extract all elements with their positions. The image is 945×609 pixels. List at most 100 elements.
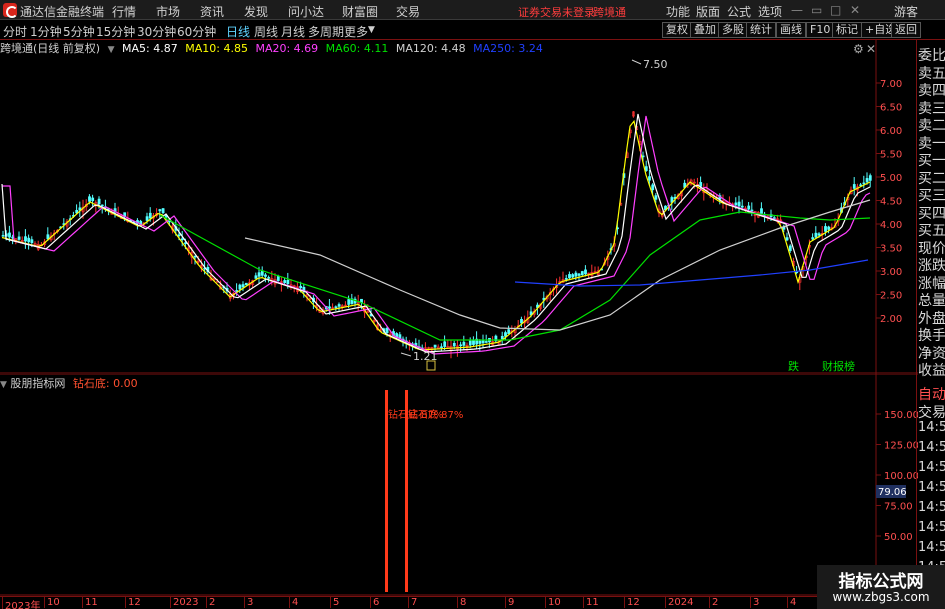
- chevron-down-icon[interactable]: ▼: [368, 25, 375, 35]
- die-marker[interactable]: 跌: [788, 359, 799, 373]
- auto-trade-toggle[interactable]: 自动: [918, 384, 945, 404]
- candle-body: [100, 204, 104, 207]
- candle-body: [254, 275, 258, 279]
- tab-weekly[interactable]: 周线: [254, 23, 278, 40]
- back-button[interactable]: 返回: [891, 22, 921, 38]
- price-chart[interactable]: 7.00 6.50 6.00 5.50 5.00 4.50 4.00 3.50 3.00 2.50…: [0, 40, 918, 374]
- tab-30min[interactable]: 30分钟: [137, 23, 176, 40]
- price-tick-label: 7.00: [880, 79, 902, 90]
- stats-button[interactable]: 统计: [746, 22, 776, 38]
- price-tick-label: 3.00: [880, 267, 902, 278]
- candle-body: [520, 318, 523, 324]
- menu-item-formula[interactable]: 公式: [727, 3, 751, 20]
- menu-item-discover[interactable]: 发现: [244, 3, 268, 20]
- indicator-chart[interactable]: 150.00125.00100.0075.0050.00 钻石底 87% 钻石底…: [0, 374, 918, 596]
- date-axis-label: 5: [330, 597, 339, 608]
- indicator-tick-label: 125.00: [884, 441, 918, 452]
- candle-body: [772, 217, 776, 219]
- candle-body: [644, 166, 648, 171]
- app-logo-icon: [3, 3, 18, 18]
- multi-stock-button[interactable]: 多股: [718, 22, 748, 38]
- app-title: 通达信金融终端: [20, 5, 105, 19]
- price-tick-label: 6.50: [880, 103, 902, 114]
- candle-body: [811, 237, 815, 240]
- menu-item-options[interactable]: 选项: [758, 3, 782, 20]
- candle-body: [814, 232, 818, 238]
- candle-body: [571, 274, 575, 278]
- date-axis-label: 12: [125, 597, 141, 608]
- mark-button[interactable]: 标记: [832, 22, 862, 38]
- date-axis-label: 2023: [170, 597, 198, 608]
- date-axis-label: 6: [370, 597, 379, 608]
- menu-item-trade[interactable]: 交易: [396, 3, 420, 20]
- candle-body: [651, 184, 655, 191]
- window-minimize-icon[interactable]: —: [791, 3, 803, 17]
- candle-body: [462, 341, 466, 346]
- earnings-marker[interactable]: 财报榜: [822, 359, 855, 373]
- tab-more[interactable]: 更多: [344, 23, 368, 40]
- guest-label[interactable]: 游客: [894, 3, 918, 20]
- indicator-tick-label: 150.00: [884, 410, 918, 421]
- menu-item-functions[interactable]: 功能: [666, 3, 690, 20]
- tab-15min[interactable]: 15分钟: [96, 23, 135, 40]
- candle-body: [817, 233, 821, 236]
- window-restore-icon[interactable]: ▭: [811, 3, 822, 17]
- candle-body: [286, 280, 290, 285]
- price-tick-label: 4.50: [880, 197, 902, 208]
- menu-item-news[interactable]: 资讯: [200, 3, 224, 20]
- adjust-button[interactable]: 复权: [662, 22, 692, 38]
- watermark-title: 指标公式网: [838, 572, 924, 592]
- candle-body: [577, 273, 581, 276]
- candle-body: [862, 182, 866, 185]
- menu-item-market[interactable]: 市场: [156, 3, 180, 20]
- candle-body: [238, 284, 242, 290]
- date-axis-label: 8: [457, 597, 466, 608]
- tab-1min[interactable]: 1分钟: [30, 23, 62, 40]
- f10-button[interactable]: F10: [806, 22, 835, 38]
- tick-time-label: 14:56: [918, 500, 945, 515]
- menu-item-wealth[interactable]: 财富圈: [342, 3, 378, 20]
- candle-body: [385, 327, 389, 334]
- candle-body: [299, 285, 303, 289]
- draw-line-button[interactable]: 画线: [776, 22, 806, 38]
- price-tick-label: 5.50: [880, 150, 902, 161]
- candle-body: [158, 209, 162, 212]
- candle-body: [347, 299, 351, 305]
- login-notice[interactable]: 证券交易未登录: [518, 4, 595, 20]
- menu-item-quotes[interactable]: 行情: [112, 3, 136, 20]
- overlay-button[interactable]: 叠加: [690, 22, 720, 38]
- current-value-label: 79.06: [878, 487, 907, 498]
- candle-body: [257, 272, 261, 277]
- app-window: 通达信金融终端 行情 市场 资讯 发现 问小达 财富圈 交易 证券交易未登录 跨…: [0, 0, 945, 609]
- candle-body: [504, 332, 507, 337]
- tab-5min[interactable]: 5分钟: [63, 23, 95, 40]
- indicator-tick-label: 100.00: [884, 471, 918, 482]
- candle-body: [46, 234, 50, 240]
- date-axis-label: 2023年: [2, 597, 40, 609]
- candle-body: [24, 236, 27, 242]
- candle-body: [824, 226, 827, 232]
- price-tick-label: 3.50: [880, 244, 902, 255]
- date-axis-label: 10: [545, 597, 561, 608]
- date-axis-label: 3: [244, 597, 253, 608]
- date-axis-label: 11: [583, 597, 599, 608]
- window-maximize-icon[interactable]: □: [830, 3, 841, 17]
- candle-body: [865, 178, 869, 183]
- price-tick-label: 4.00: [880, 220, 902, 231]
- window-close-icon[interactable]: ✕: [850, 3, 860, 17]
- menu-item-ask[interactable]: 问小达: [288, 3, 324, 20]
- tab-intraday[interactable]: 分时: [3, 23, 27, 40]
- tab-daily[interactable]: 日线: [226, 23, 250, 40]
- tab-60min[interactable]: 60分钟: [177, 23, 216, 40]
- candle-body: [161, 208, 165, 214]
- date-axis-label: 9: [505, 597, 514, 608]
- tab-multi-period[interactable]: 多周期: [308, 23, 344, 40]
- date-axis-label: 10: [44, 597, 60, 608]
- menu-item-layout[interactable]: 版面: [696, 3, 720, 20]
- quote-field-label: 收益: [918, 363, 945, 379]
- tab-monthly[interactable]: 月线: [281, 23, 305, 40]
- candle-body: [443, 341, 447, 347]
- date-axis-label: 2024: [665, 597, 693, 608]
- candle-body: [264, 274, 267, 277]
- menu-bar: 通达信金融终端 行情 市场 资讯 发现 问小达 财富圈 交易 证券交易未登录 跨…: [0, 0, 945, 20]
